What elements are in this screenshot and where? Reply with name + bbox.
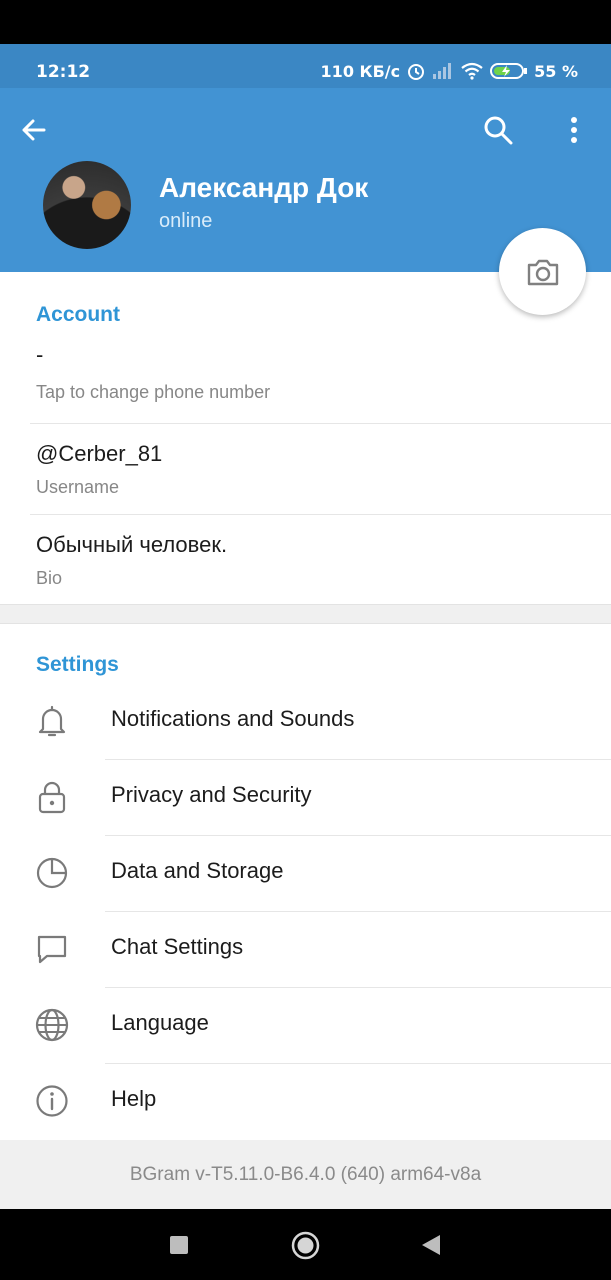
camera-icon (527, 259, 558, 285)
settings-item-label: Help (111, 1086, 157, 1111)
account-section-title: Account (36, 303, 120, 326)
battery-percent: 55 % (534, 61, 578, 81)
lock-icon (38, 781, 66, 814)
search-button[interactable] (480, 112, 516, 148)
profile-status: online (159, 210, 213, 232)
signal-icon (433, 63, 452, 79)
set-photo-button[interactable] (499, 228, 586, 315)
settings-section-title: Settings (36, 653, 119, 676)
settings-item-data-storage[interactable]: Data and Storage (0, 835, 611, 911)
section-gap (0, 604, 611, 624)
globe-icon (35, 1008, 69, 1042)
phone-hint: Tap to change phone number (36, 382, 271, 402)
bio-label: Bio (36, 568, 63, 588)
username-label: Username (36, 477, 120, 497)
back-button[interactable] (16, 112, 52, 148)
top-black-bar (0, 0, 611, 44)
network-speed: 110 КБ/с (320, 61, 401, 81)
settings-item-chat[interactable]: Chat Settings (0, 911, 611, 987)
search-icon (484, 116, 513, 145)
bell-icon (38, 705, 66, 737)
recents-button-icon[interactable] (170, 1236, 188, 1254)
username-value: @Cerber_81 (36, 441, 163, 466)
bio-value: Обычный человек. (36, 532, 228, 557)
phone-value: - (36, 342, 44, 367)
username-row[interactable]: @Cerber_81 Username (36, 441, 611, 498)
settings-item-notifications[interactable]: Notifications and Sounds (0, 683, 611, 759)
alarm-icon (408, 64, 425, 80)
more-vertical-icon (571, 117, 577, 143)
divider (30, 514, 611, 515)
home-button-icon[interactable] (291, 1231, 320, 1260)
version-footer: BGram v-T5.11.0-B6.4.0 (640) arm64-v8a (0, 1140, 611, 1209)
settings-item-label: Data and Storage (111, 858, 284, 883)
divider (30, 423, 611, 424)
status-right-group: 110 КБ/с 55 % (321, 61, 578, 81)
system-nav-bar (0, 1209, 611, 1280)
profile-name: Александр Док (159, 172, 369, 203)
bio-row[interactable]: Обычный человек. Bio (36, 532, 611, 589)
settings-item-label: Chat Settings (111, 934, 244, 959)
settings-item-help[interactable]: Help (0, 1063, 611, 1139)
arrow-left-icon (22, 119, 46, 141)
battery-icon (490, 63, 528, 79)
more-options-button[interactable] (560, 112, 588, 148)
chat-bubble-icon (37, 935, 67, 964)
wifi-icon (461, 62, 483, 80)
phone-row[interactable]: - Tap to change phone number (36, 342, 611, 403)
settings-item-privacy[interactable]: Privacy and Security (0, 759, 611, 835)
info-icon (36, 1085, 68, 1117)
settings-item-language[interactable]: Language (0, 987, 611, 1063)
status-time: 12:12 (36, 62, 91, 82)
avatar[interactable] (43, 161, 131, 249)
version-text: BGram v-T5.11.0-B6.4.0 (640) arm64-v8a (129, 1164, 482, 1185)
settings-item-label: Language (111, 1010, 209, 1035)
status-bar: 12:12 110 КБ/с 55 % (0, 44, 611, 88)
pie-chart-icon (36, 857, 68, 889)
settings-item-label: Notifications and Sounds (111, 706, 355, 731)
back-nav-icon[interactable] (421, 1234, 441, 1256)
settings-item-label: Privacy and Security (111, 782, 312, 807)
